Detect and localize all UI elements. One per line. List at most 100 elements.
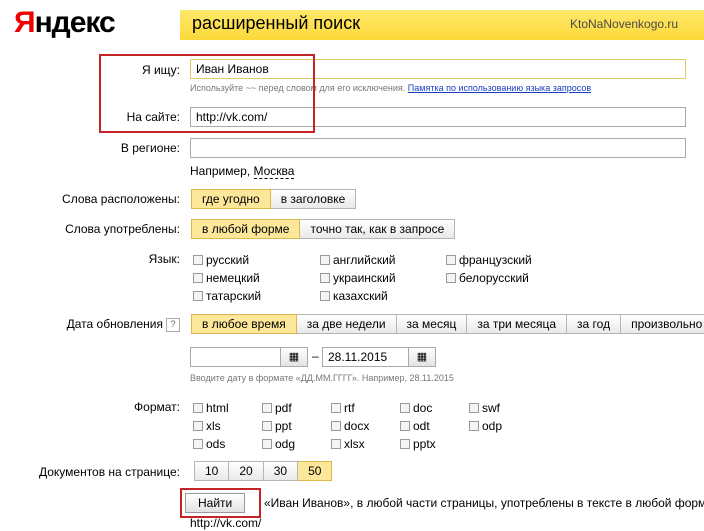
lang-tatar-label: татарский [206, 289, 262, 303]
yandex-logo[interactable]: Яндекс [14, 6, 116, 40]
highlight-frame [99, 54, 315, 133]
date-custom[interactable]: произвольно [621, 314, 704, 334]
date-any[interactable]: в любое время [191, 314, 297, 334]
checkbox-icon [446, 273, 456, 283]
format-xlsx[interactable]: xlsx [331, 437, 365, 451]
format-odt[interactable]: odt [400, 419, 430, 433]
format-rtf-label: rtf [344, 401, 355, 415]
format-pptx[interactable]: pptx [400, 437, 436, 451]
format-ppt-label: ppt [275, 419, 292, 433]
checkbox-icon [320, 291, 330, 301]
format-odp-label: odp [482, 419, 503, 433]
checkbox-icon [400, 421, 410, 431]
help-icon[interactable]: ? [166, 317, 180, 332]
lang-english-label: английский [333, 253, 396, 267]
checkbox-icon [331, 403, 341, 413]
format-docx-label: docx [344, 419, 370, 433]
per-page-20[interactable]: 20 [229, 461, 264, 481]
checkbox-icon [320, 273, 330, 283]
format-docx[interactable]: docx [331, 419, 369, 433]
format-xls[interactable]: xls [193, 419, 221, 433]
calendar-icon[interactable]: ▦ [280, 347, 308, 367]
format-ods-label: ods [206, 437, 226, 451]
format-odt-label: odt [413, 419, 430, 433]
date-hint: Вводите дату в формате «ДД.ММ.ГГГГ». Нап… [190, 373, 454, 383]
lang-ukrainian-label: украинский [333, 271, 396, 285]
checkbox-icon [193, 421, 203, 431]
date-label-row: Дата обновления? [0, 317, 180, 332]
lang-tatar[interactable]: татарский [193, 289, 261, 303]
format-odp[interactable]: odp [469, 419, 502, 433]
checkbox-icon [400, 439, 410, 449]
format-rtf[interactable]: rtf [331, 401, 355, 415]
checkbox-icon [193, 273, 203, 283]
format-ppt[interactable]: ppt [262, 419, 292, 433]
checkbox-icon [400, 403, 410, 413]
format-xlsx-label: xlsx [344, 437, 365, 451]
checkbox-icon [469, 421, 479, 431]
lang-belarusian-label: белорусский [459, 271, 529, 285]
search-summary: «Иван Иванов», в любой части страницы, у… [264, 496, 704, 510]
date-two-weeks[interactable]: за две недели [296, 314, 397, 334]
per-page-50[interactable]: 50 [298, 461, 333, 481]
format-ods[interactable]: ods [193, 437, 225, 451]
date-from-input[interactable] [190, 347, 282, 367]
words-form-any[interactable]: в любой форме [191, 219, 301, 239]
calendar-icon[interactable]: ▦ [408, 347, 436, 367]
format-doc[interactable]: doc [400, 401, 432, 415]
format-pptx-label: pptx [413, 437, 436, 451]
format-swf[interactable]: swf [469, 401, 500, 415]
checkbox-icon [193, 403, 203, 413]
lang-german-label: немецкий [206, 271, 260, 285]
lang-french[interactable]: французский [446, 253, 532, 267]
words-position-label: Слова расположены: [62, 192, 180, 206]
lang-russian-label: русский [206, 253, 250, 267]
syntax-help-link[interactable]: Памятка по использованию языка запросов [408, 83, 591, 93]
checkbox-icon [320, 255, 330, 265]
format-pdf[interactable]: pdf [262, 401, 292, 415]
region-example: Например, Москва [190, 164, 295, 179]
lang-german[interactable]: немецкий [193, 271, 260, 285]
per-page-10[interactable]: 10 [194, 461, 230, 481]
region-example-prefix: Например, [190, 164, 251, 178]
watermark: KtoNaNovenkogo.ru [570, 17, 679, 31]
lang-russian[interactable]: русский [193, 253, 249, 267]
format-doc-label: doc [413, 401, 433, 415]
checkbox-icon [262, 421, 272, 431]
logo-rest: ндекс [34, 6, 116, 39]
date-group: в любое время за две недели за месяц за … [191, 314, 704, 334]
date-year[interactable]: за год [567, 314, 622, 334]
words-form-exact[interactable]: точно так, как в запросе [300, 219, 456, 239]
lang-english[interactable]: английский [320, 253, 395, 267]
date-three-months[interactable]: за три месяца [467, 314, 568, 334]
format-html[interactable]: html [193, 401, 229, 415]
region-label: В регионе: [120, 141, 180, 155]
format-odg-label: odg [275, 437, 296, 451]
logo-first-letter: Я [14, 6, 36, 39]
format-swf-label: swf [482, 401, 500, 415]
region-example-link[interactable]: Москва [253, 164, 295, 179]
lang-ukrainian[interactable]: украинский [320, 271, 396, 285]
date-dash: – [312, 349, 319, 363]
lang-kazakh[interactable]: казахский [320, 289, 388, 303]
checkbox-icon [469, 403, 479, 413]
per-page-group: 10 20 30 50 [194, 461, 333, 481]
date-label: Дата обновления [66, 317, 163, 331]
words-position-title[interactable]: в заголовке [270, 189, 357, 209]
lang-belarusian[interactable]: белорусский [446, 271, 529, 285]
checkbox-icon [331, 439, 341, 449]
date-month[interactable]: за месяц [396, 314, 468, 334]
checkbox-icon [446, 255, 456, 265]
checkbox-icon [193, 439, 203, 449]
checkbox-icon [262, 439, 272, 449]
region-input[interactable] [190, 138, 686, 158]
per-page-30[interactable]: 30 [263, 461, 299, 481]
words-position-anywhere[interactable]: где угодно [191, 189, 271, 209]
find-highlight-frame [180, 488, 261, 518]
format-xls-label: xls [206, 419, 221, 433]
date-to-input[interactable] [322, 347, 410, 367]
words-position-group: где угодно в заголовке [191, 189, 357, 209]
format-pdf-label: pdf [275, 401, 292, 415]
page-title: расширенный поиск [192, 13, 361, 33]
format-odg[interactable]: odg [262, 437, 295, 451]
